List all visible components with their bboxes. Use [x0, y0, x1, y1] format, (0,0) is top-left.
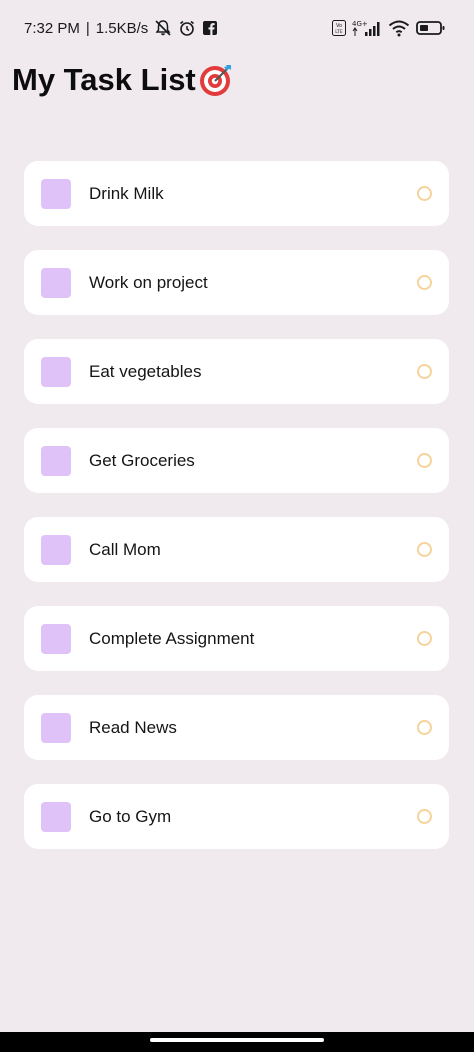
alarm-clock-icon [178, 19, 196, 37]
task-item[interactable]: Get Groceries [24, 428, 449, 493]
task-item[interactable]: Work on project [24, 250, 449, 315]
task-item[interactable]: Complete Assignment [24, 606, 449, 671]
task-label: Get Groceries [89, 450, 195, 470]
task-status-circle-icon[interactable] [417, 275, 432, 290]
task-label: Complete Assignment [89, 628, 255, 648]
task-status-circle-icon[interactable] [417, 186, 432, 201]
target-icon [198, 62, 234, 98]
task-label: Read News [89, 717, 177, 737]
task-status-circle-icon[interactable] [417, 364, 432, 379]
task-item[interactable]: Eat vegetables [24, 339, 449, 404]
task-checkbox[interactable] [41, 623, 71, 654]
task-status-circle-icon[interactable] [417, 720, 432, 735]
task-status-circle-icon[interactable] [417, 809, 432, 824]
task-label: Work on project [89, 272, 208, 292]
system-navigation-bar [0, 1032, 474, 1052]
task-item[interactable]: Go to Gym [24, 784, 449, 849]
task-label: Drink Milk [89, 183, 164, 203]
facebook-icon [202, 20, 218, 36]
task-item[interactable]: Read News [24, 695, 449, 760]
task-checkbox[interactable] [41, 178, 71, 209]
task-checkbox[interactable] [41, 445, 71, 476]
status-right: Vo LTE 4G+ [332, 19, 446, 37]
status-network-speed: 1.5KB/s [95, 19, 149, 37]
page-title: My Task List [12, 62, 234, 98]
task-label: Go to Gym [89, 806, 172, 826]
task-item[interactable]: Call Mom [24, 517, 449, 582]
volte-vo-text: Vo [336, 23, 342, 29]
task-status-circle-icon[interactable] [417, 631, 432, 646]
status-left: 7:32 PM | 1.5KB/s [24, 19, 218, 37]
status-time: 7:32 PM [24, 19, 80, 37]
task-list: Drink Milk Work on project Eat vegetable… [24, 161, 449, 873]
signal-strength-icon: 4G+ [352, 19, 382, 37]
task-checkbox[interactable] [41, 712, 71, 743]
task-status-circle-icon[interactable] [417, 453, 432, 468]
volte-lte-text: LTE [335, 29, 343, 35]
task-status-circle-icon[interactable] [417, 542, 432, 557]
task-item[interactable]: Drink Milk [24, 161, 449, 226]
status-bar: 7:32 PM | 1.5KB/s Vo LTE 4G+ [0, 0, 474, 56]
task-checkbox[interactable] [41, 267, 71, 298]
task-label: Eat vegetables [89, 361, 202, 381]
home-indicator[interactable] [150, 1038, 324, 1042]
volte-icon: Vo LTE [332, 20, 346, 36]
status-separator: | [85, 19, 90, 37]
network-type-text: 4G+ [352, 20, 368, 28]
page-title-text: My Task List [12, 62, 196, 97]
battery-icon [416, 20, 446, 36]
task-label: Call Mom [89, 539, 161, 559]
task-checkbox[interactable] [41, 534, 71, 565]
task-checkbox[interactable] [41, 356, 71, 387]
muted-bell-icon [154, 19, 172, 37]
wifi-icon [388, 19, 410, 37]
task-checkbox[interactable] [41, 801, 71, 832]
